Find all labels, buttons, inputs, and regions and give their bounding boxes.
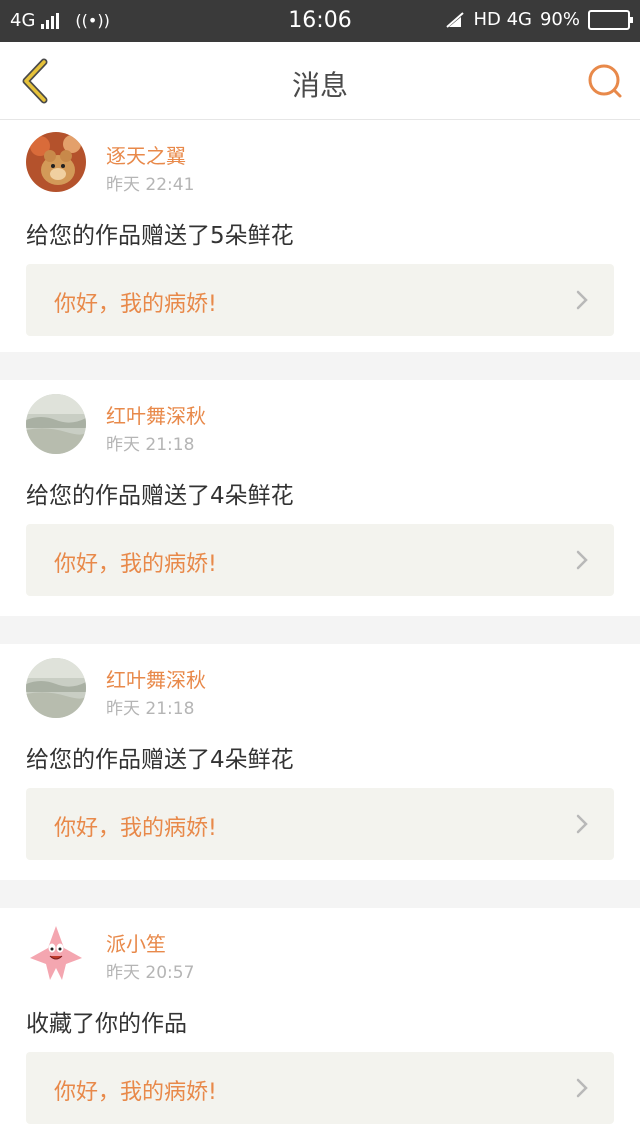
landscape-avatar[interactable] xyxy=(26,394,86,454)
work-quote-link[interactable]: 你好，我的病娇! xyxy=(26,788,614,860)
chevron-right-icon xyxy=(576,290,588,310)
sender-name[interactable]: 逐天之翼 xyxy=(106,140,186,169)
search-icon[interactable] xyxy=(586,62,624,100)
message-card: 红叶舞深秋 昨天 21:18 给您的作品赠送了4朵鲜花 你好，我的病娇! xyxy=(0,644,640,880)
battery-icon xyxy=(588,9,633,30)
message-time: 昨天 22:41 xyxy=(106,175,195,195)
message-text: 给您的作品赠送了4朵鲜花 xyxy=(26,747,294,773)
chevron-right-icon xyxy=(576,1078,588,1098)
network-type-label: HD 4G xyxy=(473,9,532,30)
work-quote-text: 你好，我的病娇! xyxy=(54,816,217,841)
message-time: 昨天 20:57 xyxy=(106,963,195,983)
sender-name[interactable]: 红叶舞深秋 xyxy=(106,664,206,693)
work-quote-link[interactable]: 你好，我的病娇! xyxy=(26,524,614,596)
status-bar: 4G ((•)) 16:06 HD 4G 90% xyxy=(0,0,640,42)
landscape-avatar[interactable] xyxy=(26,658,86,718)
header: 消息 xyxy=(0,42,640,120)
work-quote-link[interactable]: 你好，我的病娇! xyxy=(26,264,614,336)
work-quote-text: 你好，我的病娇! xyxy=(54,292,217,317)
chevron-right-icon xyxy=(576,814,588,834)
message-text: 收藏了你的作品 xyxy=(26,1011,187,1037)
status-right: HD 4G 90% xyxy=(445,9,633,30)
chevron-right-icon xyxy=(576,550,588,570)
teddy-bear-avatar[interactable] xyxy=(26,132,86,192)
battery-percent: 90% xyxy=(539,9,580,30)
sender-name[interactable]: 红叶舞深秋 xyxy=(106,400,206,429)
work-quote-text: 你好，我的病娇! xyxy=(54,1080,217,1105)
patrick-star-avatar[interactable] xyxy=(26,922,86,982)
message-card: 逐天之翼 昨天 22:41 给您的作品赠送了5朵鲜花 你好，我的病娇! xyxy=(0,120,640,352)
work-quote-link[interactable]: 你好，我的病娇! xyxy=(26,1052,614,1124)
mute-icon xyxy=(446,11,465,28)
message-time: 昨天 21:18 xyxy=(106,435,195,455)
message-card: 派小笙 昨天 20:57 收藏了你的作品 你好，我的病娇! xyxy=(0,908,640,1144)
page-title: 消息 xyxy=(291,69,348,102)
message-list: 逐天之翼 昨天 22:41 给您的作品赠送了5朵鲜花 你好，我的病娇! 红叶舞深… xyxy=(0,120,640,1144)
sender-name[interactable]: 派小笙 xyxy=(106,928,166,957)
message-text: 给您的作品赠送了4朵鲜花 xyxy=(26,483,294,509)
message-time: 昨天 21:18 xyxy=(106,699,195,719)
message-text: 给您的作品赠送了5朵鲜花 xyxy=(26,223,294,249)
work-quote-text: 你好，我的病娇! xyxy=(54,552,217,577)
message-card: 红叶舞深秋 昨天 21:18 给您的作品赠送了4朵鲜花 你好，我的病娇! xyxy=(0,380,640,616)
